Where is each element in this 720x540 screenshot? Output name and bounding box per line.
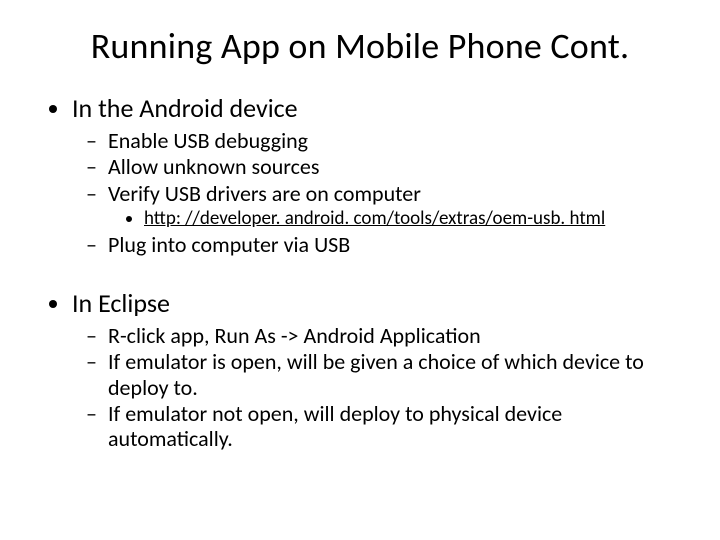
bullet-list-lvl1: In the Android device Enable USB debuggi…: [48, 92, 680, 257]
section-android: In the Android device Enable USB debuggi…: [72, 92, 680, 257]
list-item-text: Verify USB drivers are on computer: [108, 180, 421, 207]
list-item: If emulator not open, will deploy to phy…: [108, 401, 680, 452]
list-item: Verify USB drivers are on computer http:…: [108, 181, 680, 230]
list-item: R-click app, Run As -> Android Applicati…: [108, 323, 680, 348]
bullet-list-lvl1: In Eclipse R-click app, Run As -> Androi…: [48, 287, 680, 451]
bullet-list-lvl3: http: //developer. android. com/tools/ex…: [108, 208, 680, 230]
section-heading: In the Android device: [72, 92, 298, 124]
list-item: http: //developer. android. com/tools/ex…: [144, 208, 680, 230]
slide-title: Running App on Mobile Phone Cont.: [40, 24, 680, 68]
section-heading: In Eclipse: [72, 287, 170, 319]
slide: Running App on Mobile Phone Cont. In the…: [0, 0, 720, 540]
usb-driver-link[interactable]: http: //developer. android. com/tools/ex…: [144, 207, 605, 230]
section-eclipse: In Eclipse R-click app, Run As -> Androi…: [72, 287, 680, 451]
list-item: Enable USB debugging: [108, 128, 680, 153]
list-item: Allow unknown sources: [108, 154, 680, 179]
list-item: If emulator is open, will be given a cho…: [108, 349, 680, 400]
spacer: [40, 263, 680, 283]
bullet-list-lvl2: Enable USB debugging Allow unknown sourc…: [72, 128, 680, 257]
list-item: Plug into computer via USB: [108, 232, 680, 257]
bullet-list-lvl2: R-click app, Run As -> Android Applicati…: [72, 323, 680, 451]
